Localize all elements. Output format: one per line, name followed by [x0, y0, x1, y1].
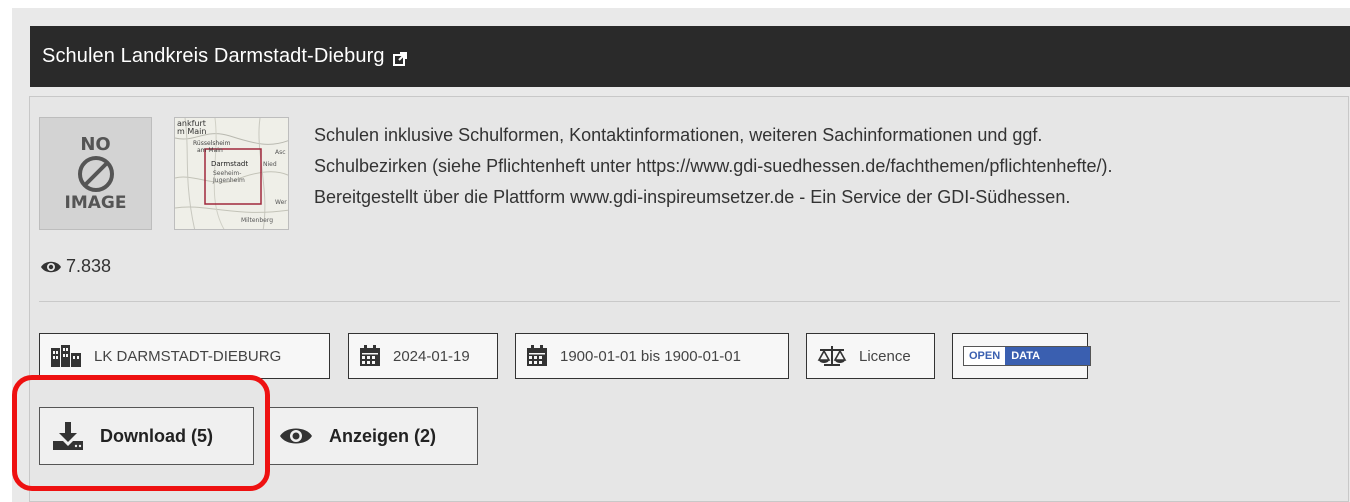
- eye-icon: [41, 261, 61, 272]
- view-button[interactable]: Anzeigen (2): [266, 407, 478, 465]
- map-label: Jugenheim: [212, 177, 245, 184]
- divider: [39, 301, 1340, 302]
- map-thumbnail-image: ankfurt m Main Rüsselsheim am Main Darms…: [175, 118, 288, 229]
- map-label: Wer: [275, 199, 287, 206]
- open-data-text: OPEN: [964, 347, 1006, 365]
- view-label: Anzeigen (2): [329, 425, 437, 446]
- map-label: m Main: [177, 127, 206, 136]
- prohibited-icon: [77, 155, 114, 192]
- calendar-icon: [360, 345, 380, 366]
- view-count: 7.838: [40, 256, 111, 277]
- time-period-tag[interactable]: 1900-01-01 bis 1900-01-01: [515, 333, 789, 379]
- calendar-icon: [527, 345, 547, 366]
- description-line: Schulbezirken (siehe Pflichtenheft unter…: [314, 156, 1113, 176]
- map-label: Seeheim-: [213, 170, 241, 177]
- no-image-placeholder: NO IMAGE: [39, 117, 152, 230]
- open-data-tag[interactable]: OPEN DATA: [952, 333, 1092, 379]
- eye-icon: [280, 428, 312, 444]
- organization-label: LK DARMSTADT-DIEBURG: [94, 347, 282, 365]
- highlight-annotation: [12, 375, 270, 491]
- no-image-text-bottom: IMAGE: [64, 192, 127, 213]
- open-data-badge: OPEN DATA: [963, 346, 1092, 366]
- description-line: Schulen inklusive Schulformen, Kontaktin…: [314, 125, 1043, 145]
- map-label: am Main: [197, 147, 223, 154]
- date-tag[interactable]: 2024-01-19: [348, 333, 498, 379]
- map-label: Miltenberg: [241, 217, 273, 224]
- building-icon: [51, 345, 81, 367]
- licence-tag[interactable]: Licence: [806, 333, 935, 379]
- organization-tag[interactable]: LK DARMSTADT-DIEBURG: [39, 333, 330, 379]
- licence-label: Licence: [859, 347, 911, 365]
- map-label: Darmstadt: [211, 160, 248, 168]
- map-label: Asc: [275, 149, 286, 156]
- time-period-label: 1900-01-01 bis 1900-01-01: [560, 347, 741, 365]
- external-link-icon[interactable]: [392, 51, 407, 66]
- dataset-title[interactable]: Schulen Landkreis Darmstadt-Dieburg: [42, 45, 385, 68]
- balance-scale-icon: [817, 346, 847, 366]
- no-image-text-top: NO: [80, 133, 111, 155]
- date-label: 2024-01-19: [393, 347, 470, 365]
- map-thumbnail[interactable]: ankfurt m Main Rüsselsheim am Main Darms…: [174, 117, 289, 230]
- description-line: Bereitgestellt über die Plattform www.gd…: [314, 187, 1071, 207]
- view-count-value: 7.838: [66, 256, 112, 276]
- dataset-header[interactable]: Schulen Landkreis Darmstadt-Dieburg: [30, 26, 1350, 87]
- open-data-text: DATA: [1005, 347, 1091, 365]
- dataset-description: Schulen inklusive Schulformen, Kontaktin…: [314, 120, 1334, 213]
- map-label: Nied: [263, 161, 277, 168]
- map-label: Rüsselsheim: [193, 140, 231, 147]
